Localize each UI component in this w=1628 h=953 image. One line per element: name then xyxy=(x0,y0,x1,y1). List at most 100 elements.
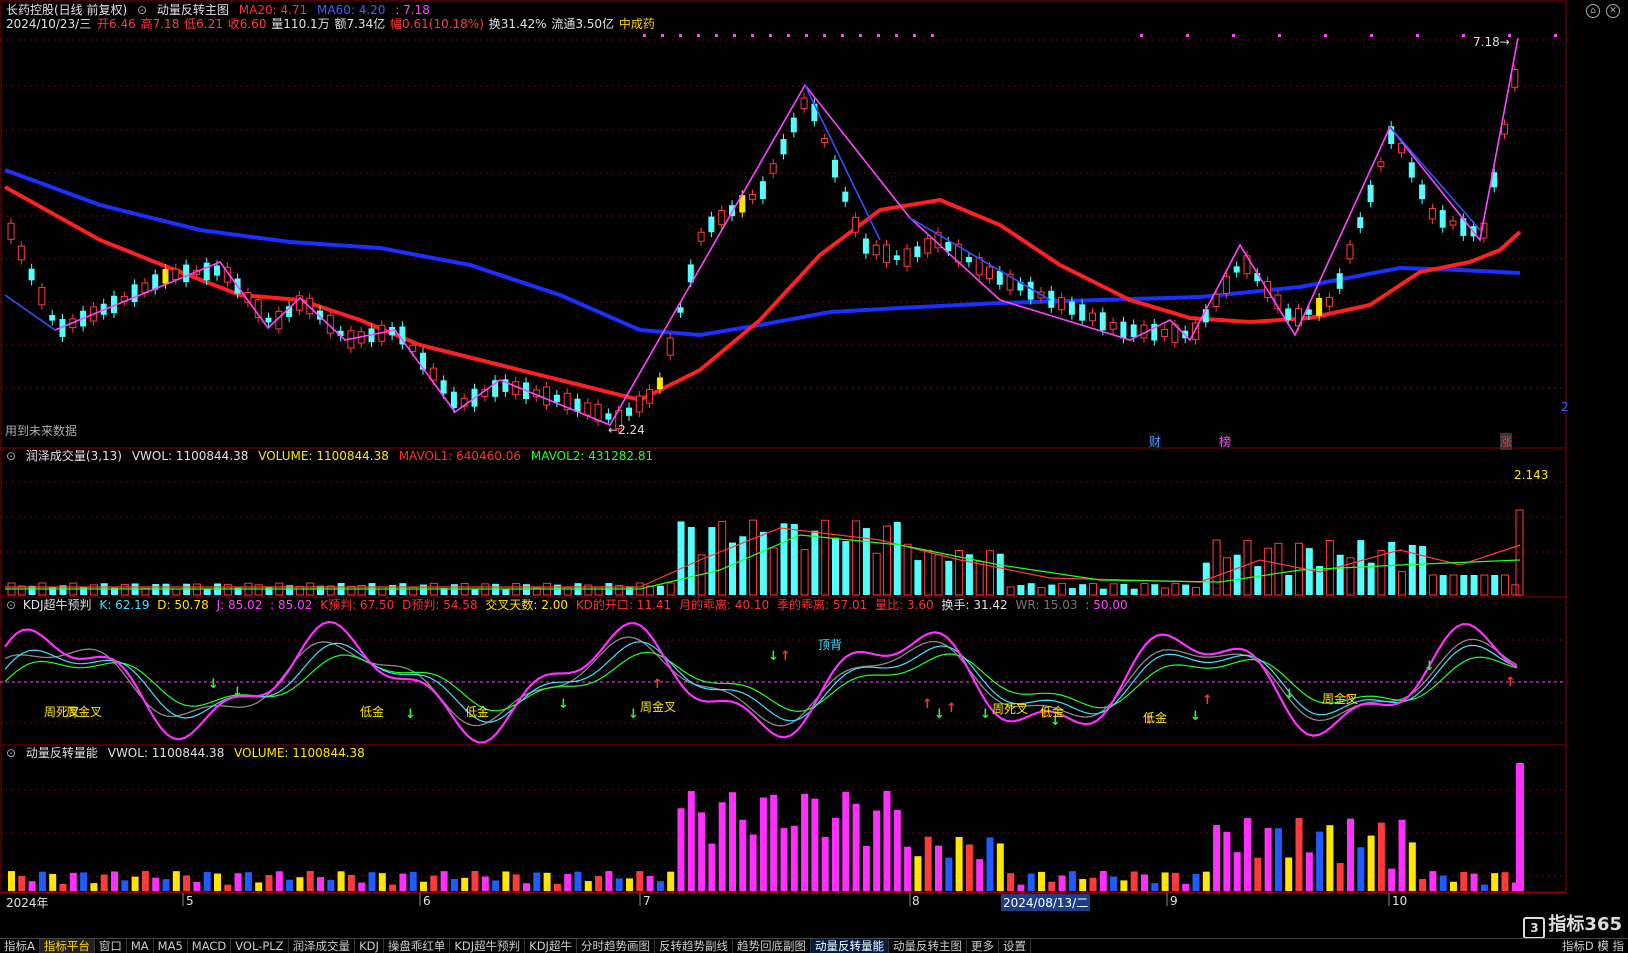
chart-canvas[interactable]: ↓↓↓↓↓↑↓ ↑↑↓ ↑ ↓ ↑ ↓ ↑ ↓↑ ↓ ↑↓↑周死叉周金叉 低金 低金 周金叉顶背周死叉低… xyxy=(0,0,1628,952)
energy-bar xyxy=(1460,871,1468,891)
low-price-marker: ←2.24 xyxy=(608,423,645,437)
tab-15[interactable]: 动量反转量能 xyxy=(810,939,889,953)
energy-bar xyxy=(965,844,973,891)
tab-right-1[interactable]: 模 xyxy=(1597,939,1609,953)
settings-icon[interactable]: ⊙ xyxy=(6,598,16,612)
settings-icon[interactable]: ⊙ xyxy=(6,449,16,463)
energy-bar xyxy=(234,873,242,891)
tab-4[interactable]: MA5 xyxy=(154,939,188,953)
kdj-j: J: 85.02 xyxy=(216,598,263,612)
tab-right-2[interactable]: 指 xyxy=(1613,939,1625,953)
tab-6[interactable]: VOL-PLZ xyxy=(231,939,289,953)
energy-bar xyxy=(1501,872,1509,891)
tab-16[interactable]: 动量反转主图 xyxy=(889,939,967,953)
main-formula-name[interactable]: 动量反转主图 xyxy=(157,3,229,17)
energy-bar xyxy=(801,793,809,891)
candle-body xyxy=(996,270,1003,285)
tab-2[interactable]: 窗口 xyxy=(95,939,127,953)
kdj-signal-arrow: ↓ xyxy=(208,677,219,692)
energy-bar xyxy=(59,884,67,891)
candle-body xyxy=(1428,208,1436,220)
kdj-k-pre: K预判: 67.50 xyxy=(320,598,395,612)
quote-high: 高7.18 xyxy=(140,17,180,31)
energy-bar xyxy=(862,846,870,891)
tab-1[interactable]: 指标平台 xyxy=(39,939,95,953)
indicator-tab-bar: 指标A 指标平台 窗口 MA MA5 MACD VOL-PLZ 润泽成交量 KDJ 操盘乖红单 KD… xyxy=(0,938,1628,953)
quote-open: 开6.46 xyxy=(97,17,136,31)
volume-bar xyxy=(1428,574,1437,596)
tab-18[interactable]: 设置 xyxy=(999,939,1031,953)
energy-bar xyxy=(1141,874,1148,891)
energy-bar xyxy=(1377,822,1385,891)
energy-bar xyxy=(636,871,644,891)
energy-panel-title[interactable]: 动量反转量能 xyxy=(26,746,98,760)
candle-body xyxy=(1357,217,1364,229)
close-icon[interactable]: ✕ xyxy=(1606,4,1620,18)
candle-body xyxy=(903,248,911,267)
kdj-panel-title[interactable]: KDJ超牛预判 xyxy=(23,598,92,612)
tab-7[interactable]: 润泽成交量 xyxy=(289,939,356,953)
future-data-note: 用到未来数据 xyxy=(5,424,78,438)
energy-bar xyxy=(1120,880,1128,891)
volume-bar xyxy=(1398,570,1406,596)
candle-body xyxy=(1109,321,1117,330)
tab-13[interactable]: 反转趋势副线 xyxy=(655,939,733,953)
candle-body xyxy=(965,256,972,263)
volume-label: VOLUME: 1100844.38 xyxy=(258,449,389,463)
energy-bar xyxy=(1285,857,1293,891)
kdj-annotation: 低金 xyxy=(465,704,489,719)
kdj-signal-arrow: ↓ xyxy=(768,649,779,664)
tab-right-0[interactable]: 指标D xyxy=(1562,939,1594,953)
energy-bar xyxy=(718,802,726,891)
volume-bar xyxy=(1212,539,1221,596)
kdj-d: D: 50.78 xyxy=(157,598,209,612)
energy-bar xyxy=(584,881,592,891)
tab-8[interactable]: KDJ xyxy=(355,939,384,953)
energy-bar xyxy=(574,871,582,891)
tab-5[interactable]: MACD xyxy=(188,939,232,953)
candle-body xyxy=(162,269,169,284)
volume-panel-title[interactable]: 润泽成交量(3,13) xyxy=(26,449,122,463)
tab-10[interactable]: KDJ超牛预判 xyxy=(450,939,526,953)
tab-0[interactable]: 指标A xyxy=(0,939,40,953)
settings-icon[interactable]: ⊙ xyxy=(6,746,16,760)
badge-board[interactable]: 榜 xyxy=(1219,433,1232,450)
restore-icon[interactable]: ⌂ xyxy=(1586,4,1600,18)
energy-bar xyxy=(1295,818,1303,891)
energy-bar xyxy=(1516,763,1524,891)
tab-17[interactable]: 更多 xyxy=(967,939,999,953)
energy-bar xyxy=(214,873,221,891)
volume-bar xyxy=(729,542,736,595)
volume-bar xyxy=(1419,545,1427,595)
kdj-signal-arrow: ↓ xyxy=(1284,687,1295,702)
candle-body xyxy=(677,307,684,313)
kdj-month-dist: 月的乖离: 40.10 xyxy=(678,598,770,612)
badge-limit-up[interactable]: 涨 xyxy=(1500,433,1513,450)
tab-14[interactable]: 趋势回底副图 xyxy=(733,939,811,953)
top-signal-dot xyxy=(931,34,934,37)
kdj-annotation: 周金叉 xyxy=(1322,691,1358,706)
tab-12[interactable]: 分时趋势画图 xyxy=(577,939,655,953)
volume-bar xyxy=(254,584,263,596)
energy-bar xyxy=(275,871,283,891)
quote-close: 收6.60 xyxy=(227,17,267,31)
energy-bar xyxy=(924,836,932,891)
badge-finance[interactable]: 财 xyxy=(1149,433,1162,450)
volume-bar xyxy=(934,554,943,596)
energy-bar xyxy=(687,791,695,891)
quote-float: 流通3.50亿 xyxy=(551,17,615,31)
stock-title[interactable]: 长药控股(日线 前复权) xyxy=(6,3,127,17)
settings-icon[interactable]: ⊙ xyxy=(137,3,147,17)
top-signal-dot xyxy=(1416,34,1419,37)
volume-bar xyxy=(1460,575,1468,595)
quote-sector[interactable]: 中成药 xyxy=(619,17,655,31)
kdj-signal-arrow: ↓ xyxy=(232,685,243,700)
tab-9[interactable]: 操盘乖红单 xyxy=(384,939,451,953)
candle-body xyxy=(832,159,838,178)
tab-3[interactable]: MA xyxy=(127,939,154,953)
candle-body xyxy=(553,394,560,403)
ma20-label: MA20: 4.71 xyxy=(238,3,308,17)
candle-body xyxy=(790,117,797,133)
tab-11[interactable]: KDJ超牛 xyxy=(525,939,577,953)
energy-bar xyxy=(1182,883,1190,891)
